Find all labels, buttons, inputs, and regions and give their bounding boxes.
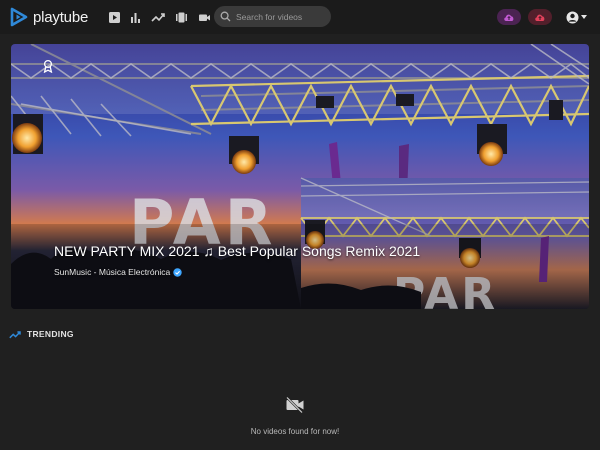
search-bar[interactable]: [214, 6, 331, 27]
trending-icon: [9, 330, 21, 338]
featured-channel[interactable]: SunMusic - Música Electrónica: [54, 267, 182, 277]
upload-button[interactable]: [497, 9, 521, 25]
video-off-icon: [286, 396, 304, 414]
featured-video-title[interactable]: NEW PARTY MIX 2021 ♫ Best Popular Songs …: [54, 243, 420, 259]
trending-header: TRENDING: [9, 329, 74, 339]
search-icon: [220, 11, 231, 22]
subscriptions-icon[interactable]: [106, 9, 122, 25]
trending-label: TRENDING: [27, 329, 74, 339]
trending-icon[interactable]: [150, 9, 166, 25]
import-button[interactable]: [528, 9, 552, 25]
play-logo-icon: [10, 7, 28, 27]
featured-video[interactable]: PAR PAR NEW PARTY MIX 2021 ♫ Best Popula…: [11, 44, 589, 309]
account-icon: [566, 11, 579, 23]
award-icon: [43, 59, 53, 73]
import-icon: [535, 14, 545, 21]
live-icon[interactable]: [196, 9, 212, 25]
top-header: playtube: [0, 0, 600, 34]
channel-name[interactable]: SunMusic - Música Electrónica: [54, 267, 170, 277]
search-input[interactable]: [236, 11, 326, 22]
empty-state-message: No videos found for now!: [250, 427, 340, 436]
logo-text: playtube: [33, 8, 89, 26]
caret-down-icon: [581, 15, 587, 19]
verified-icon: [173, 267, 182, 277]
user-menu[interactable]: [566, 9, 590, 25]
shorts-icon[interactable]: [173, 9, 189, 25]
logo[interactable]: playtube: [9, 6, 109, 28]
upload-icon: [504, 14, 514, 21]
stats-icon[interactable]: [127, 9, 143, 25]
